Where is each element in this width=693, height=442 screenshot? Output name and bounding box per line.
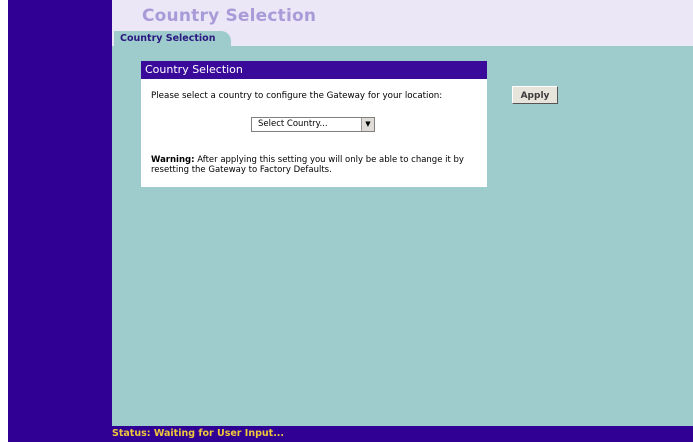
country-selection-panel: Country Selection Please select a countr… [141, 61, 487, 187]
country-select-value: Select Country... [258, 119, 328, 129]
main-content: Country Selection Please select a countr… [112, 46, 693, 426]
tab-country-selection[interactable]: Country Selection [114, 31, 232, 46]
panel-title: Country Selection [141, 61, 487, 79]
apply-button[interactable]: Apply [512, 86, 558, 104]
chevron-down-icon[interactable]: ▼ [361, 118, 374, 131]
country-select[interactable]: Select Country... ▼ [251, 117, 375, 132]
country-prompt: Please select a country to configure the… [151, 91, 443, 101]
left-sidebar [8, 0, 112, 442]
warning-message: Warning: After applying this setting you… [151, 155, 481, 175]
warning-text: After applying this setting you will onl… [151, 155, 464, 175]
status-value: Waiting for User Input... [153, 428, 285, 439]
warning-label: Warning: [151, 155, 195, 165]
status-bar: Status: Waiting for User Input... [8, 426, 693, 442]
status-message: Status: Waiting for User Input... [112, 428, 284, 439]
status-label: Status: [112, 428, 154, 439]
page-header: Country Selection Country Selection [112, 0, 693, 46]
page-title: Country Selection [142, 6, 317, 26]
